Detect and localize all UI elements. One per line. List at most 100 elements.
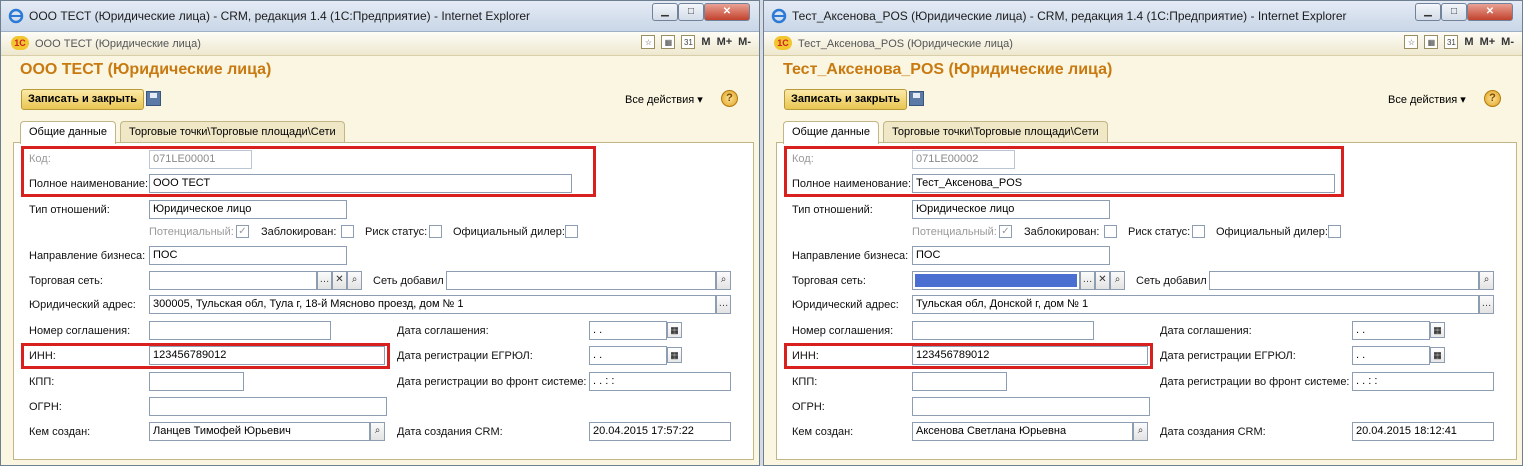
clear-icon[interactable]: ✕ [1095,271,1110,290]
business-direction-label: Направление бизнеса: [29,250,146,262]
calendar-icon[interactable]: 31 [1444,35,1459,49]
calendar-icon[interactable]: ▦ [1430,322,1445,338]
trade-network-field[interactable] [149,271,317,290]
relation-type-label: Тип отношений: [29,204,110,216]
favorites-icon[interactable]: ☆ [641,35,656,49]
network-added-field[interactable] [446,271,716,290]
ogrn-field[interactable] [149,397,387,416]
blocked-checkbox[interactable] [1104,225,1117,238]
save-close-button[interactable]: Записать и закрыть [21,89,145,110]
calendar-icon[interactable]: 31 [681,35,696,49]
agreement-date-field[interactable]: . . [1352,321,1430,340]
ie-icon [771,8,787,24]
memory-plus-button[interactable]: M+ [1480,36,1496,48]
network-added-label: Сеть добавил [1136,275,1207,287]
maximize-button[interactable]: □ [1441,3,1467,21]
memory-m-button[interactable]: M [1464,36,1473,48]
all-actions-menu[interactable]: Все действия ▾ [625,93,703,106]
inn-field[interactable]: 123456789012 [912,346,1148,365]
network-added-field[interactable] [1209,271,1479,290]
created-by-field[interactable]: Ланцев Тимофей Юрьевич [149,422,370,441]
tab-trade-points[interactable]: Торговые точки\Торговые площади\Сети [120,121,345,143]
egrul-date-label: Дата регистрации ЕГРЮЛ: [1160,350,1296,362]
tab-general[interactable]: Общие данные [783,121,879,144]
blocked-checkbox[interactable] [341,225,354,238]
ogrn-label: ОГРН: [29,401,62,413]
kpp-field[interactable] [912,372,1007,391]
help-icon[interactable]: ? [1484,90,1501,107]
risk-status-checkbox[interactable] [1192,225,1205,238]
business-direction-field[interactable]: ПОС [912,246,1110,265]
calendar-icon[interactable]: ▦ [667,322,682,338]
official-dealer-checkbox[interactable] [565,225,578,238]
inn-field[interactable]: 123456789012 [149,346,385,365]
egrul-date-field[interactable]: . . [589,346,667,365]
close-button[interactable]: ✕ [704,3,750,21]
trade-network-field[interactable] [912,271,1080,290]
calendar-icon[interactable]: ▦ [1430,347,1445,363]
search-icon[interactable]: ⌕ [1133,422,1148,441]
code-field[interactable]: 071LE00002 [912,150,1015,169]
memory-minus-button[interactable]: M- [738,36,751,48]
maximize-button[interactable]: □ [678,3,704,21]
agreement-date-field[interactable]: . . [589,321,667,340]
risk-status-checkbox[interactable] [429,225,442,238]
calculator-icon[interactable]: ▦ [1424,35,1439,49]
close-button[interactable]: ✕ [1467,3,1513,21]
relation-type-field[interactable]: Юридическое лицо [912,200,1110,219]
tab-trade-points[interactable]: Торговые точки\Торговые площади\Сети [883,121,1108,143]
potential-checkbox[interactable]: ✓ [999,225,1012,238]
business-direction-field[interactable]: ПОС [149,246,347,265]
ellipsis-icon[interactable]: … [317,271,332,290]
front-date-field[interactable]: . . : : [589,372,731,391]
code-field[interactable]: 071LE00001 [149,150,252,169]
calendar-icon[interactable]: ▦ [667,347,682,363]
window-titlebar[interactable]: Тест_Аксенова_POS (Юридические лица) - C… [764,1,1522,32]
ogrn-field[interactable] [912,397,1150,416]
memory-plus-button[interactable]: M+ [717,36,733,48]
risk-status-label: Риск статус: [365,226,428,238]
form-toolbar: 1С Тест_Аксенова_POS (Юридические лица) … [764,32,1522,56]
agreement-number-field[interactable] [149,321,331,340]
minimize-button[interactable]: ▁ [1415,3,1441,21]
ellipsis-icon[interactable]: … [716,295,731,314]
memory-minus-button[interactable]: M- [1501,36,1514,48]
agreement-number-field[interactable] [912,321,1094,340]
legal-address-field[interactable]: Тульская обл, Донской г, дом № 1 [912,295,1479,314]
favorites-icon[interactable]: ☆ [1404,35,1419,49]
clear-icon[interactable]: ✕ [332,271,347,290]
relation-type-field[interactable]: Юридическое лицо [149,200,347,219]
window-titlebar[interactable]: ООО ТЕСТ (Юридические лица) - CRM, редак… [1,1,759,32]
crm-created-label: Дата создания CRM: [1160,426,1266,438]
official-dealer-checkbox[interactable] [1328,225,1341,238]
egrul-date-field[interactable]: . . [1352,346,1430,365]
search-icon[interactable]: ⌕ [716,271,731,290]
search-icon[interactable]: ⌕ [347,271,362,290]
all-actions-label: Все действия [625,94,695,106]
full-name-field[interactable]: ООО ТЕСТ [149,174,572,193]
tab-general[interactable]: Общие данные [20,121,116,144]
floppy-icon[interactable] [146,91,161,106]
trade-network-label: Торговая сеть: [792,275,866,287]
ellipsis-icon[interactable]: … [1479,295,1494,314]
potential-checkbox[interactable]: ✓ [236,225,249,238]
full-name-field[interactable]: Тест_Аксенова_POS [912,174,1335,193]
search-icon[interactable]: ⌕ [1110,271,1125,290]
legal-address-field[interactable]: 300005, Тульская обл, Тула г, 18-й Мясно… [149,295,716,314]
created-by-field[interactable]: Аксенова Светлана Юрьевна [912,422,1133,441]
floppy-icon[interactable] [909,91,924,106]
front-date-field[interactable]: . . : : [1352,372,1494,391]
ellipsis-icon[interactable]: … [1080,271,1095,290]
save-close-button[interactable]: Записать и закрыть [784,89,908,110]
help-icon[interactable]: ? [721,90,738,107]
minimize-button[interactable]: ▁ [652,3,678,21]
kpp-field[interactable] [149,372,244,391]
window-title: Тест_Аксенова_POS (Юридические лица) - C… [792,9,1347,23]
egrul-date-label: Дата регистрации ЕГРЮЛ: [397,350,533,362]
all-actions-menu[interactable]: Все действия ▾ [1388,93,1466,106]
crm-created-field: 20.04.2015 17:57:22 [589,422,731,441]
calculator-icon[interactable]: ▦ [661,35,676,49]
memory-m-button[interactable]: M [701,36,710,48]
search-icon[interactable]: ⌕ [370,422,385,441]
search-icon[interactable]: ⌕ [1479,271,1494,290]
